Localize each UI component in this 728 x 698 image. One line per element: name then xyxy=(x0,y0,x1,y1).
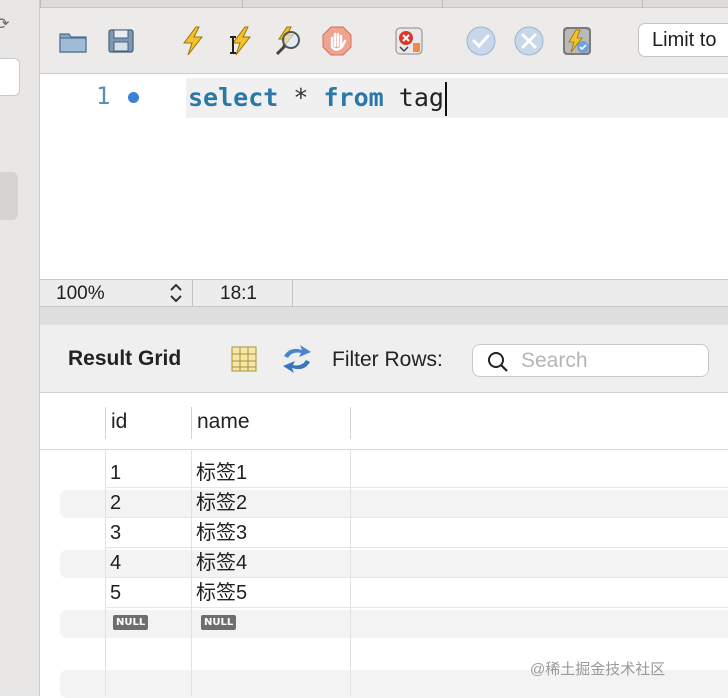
tab-strip xyxy=(40,0,728,8)
cell-id[interactable]: 5 xyxy=(105,578,121,608)
filter-rows-search[interactable] xyxy=(472,344,709,377)
limit-rows-select[interactable]: Limit to xyxy=(638,23,728,57)
null-badge: NULL xyxy=(113,615,149,630)
header-divider xyxy=(40,449,728,450)
zoom-stepper-icon[interactable] xyxy=(166,281,186,305)
refresh-results-icon[interactable] xyxy=(280,343,314,375)
toggle-error-icon[interactable] xyxy=(392,24,426,58)
table-row[interactable]: 4 标签4 xyxy=(40,548,728,578)
cell-name[interactable]: 标签5 xyxy=(191,578,247,608)
column-header-id[interactable]: id xyxy=(105,407,191,439)
keyword-from: from xyxy=(323,83,384,112)
result-grid: id name 1 标签1 2 标签2 3 标签3 4 标签4 5 标签5 NU… xyxy=(40,393,728,698)
sql-editor[interactable]: 1 select * from tag xyxy=(40,74,728,279)
keyword-select: select xyxy=(188,83,279,112)
autocommit-icon[interactable] xyxy=(560,24,594,58)
table-row[interactable]: 1 标签1 xyxy=(40,458,728,488)
editor-status-bar: 100% 18:1 xyxy=(40,279,728,307)
column-divider xyxy=(350,450,351,696)
pane-splitter[interactable] xyxy=(40,307,728,325)
filter-rows-label: Filter Rows: xyxy=(332,348,443,371)
explain-icon[interactable] xyxy=(272,24,306,58)
column-divider xyxy=(191,450,192,696)
result-grid-title: Result Grid xyxy=(68,347,182,370)
commit-icon[interactable] xyxy=(464,24,498,58)
save-icon[interactable] xyxy=(104,24,138,58)
null-badge: NULL xyxy=(201,615,237,630)
execute-icon[interactable] xyxy=(176,24,210,58)
cell-name[interactable]: 标签1 xyxy=(191,458,247,488)
rollback-icon[interactable] xyxy=(512,24,546,58)
cell-name[interactable]: NULL xyxy=(196,608,237,638)
table-row[interactable]: 2 标签2 xyxy=(40,488,728,518)
sidebar-selected-item[interactable] xyxy=(0,172,18,220)
table-row[interactable]: 3 标签3 xyxy=(40,518,728,548)
sql-editor-toolbar: Limit to xyxy=(40,8,728,74)
execute-current-icon[interactable] xyxy=(224,24,258,58)
cell-name[interactable]: 标签3 xyxy=(191,518,247,548)
cell-id[interactable]: 3 xyxy=(105,518,121,548)
cell-id[interactable]: NULL xyxy=(108,608,149,638)
status-divider xyxy=(192,280,193,306)
search-input[interactable] xyxy=(521,349,701,373)
cell-id[interactable]: 1 xyxy=(105,458,121,488)
text-caret xyxy=(444,82,447,116)
watermark: @稀土掘金技术社区 xyxy=(530,661,666,678)
operator-star: * xyxy=(293,83,309,112)
column-divider xyxy=(105,450,106,696)
cell-name[interactable]: 标签4 xyxy=(191,548,247,578)
statement-marker-icon xyxy=(128,92,139,103)
sidebar-filter-field[interactable] xyxy=(0,58,20,96)
table-identifier: tag xyxy=(398,83,444,112)
table-row[interactable]: 5 标签5 xyxy=(40,578,728,608)
stop-icon[interactable] xyxy=(320,24,354,58)
column-header-divider xyxy=(350,407,360,439)
column-header-name[interactable]: name xyxy=(191,407,350,439)
cursor-position: 18:1 xyxy=(220,283,257,304)
refresh-icon[interactable]: ⟳ xyxy=(0,14,9,34)
table-row-new[interactable]: NULL NULL xyxy=(40,608,728,638)
result-toolbar: Result Grid Filter Rows: xyxy=(40,325,728,393)
cell-id[interactable]: 4 xyxy=(105,548,121,578)
search-icon xyxy=(488,352,508,372)
code-line[interactable]: select * from tag xyxy=(186,78,728,118)
cell-id[interactable]: 2 xyxy=(105,488,121,518)
zoom-level: 100% xyxy=(56,283,105,304)
grid-view-icon[interactable] xyxy=(230,345,258,373)
open-folder-icon[interactable] xyxy=(56,24,90,58)
status-divider xyxy=(292,280,293,306)
line-number: 1 xyxy=(96,82,111,110)
cell-name[interactable]: 标签2 xyxy=(191,488,247,518)
schema-sidebar: ⟳ xyxy=(0,0,40,696)
